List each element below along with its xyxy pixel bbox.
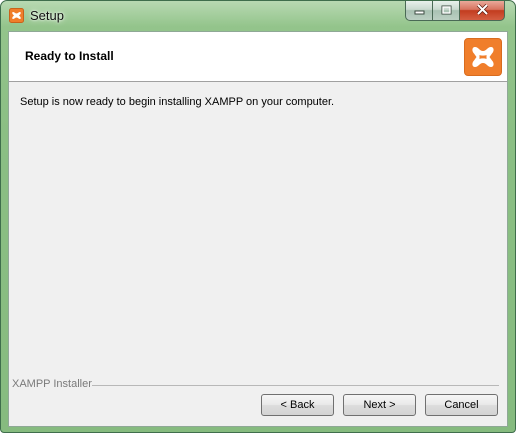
wizard-client-area: Ready to Install Setup is now ready to b… <box>8 31 508 427</box>
window-title: Setup <box>30 8 64 23</box>
maximize-icon <box>441 2 452 20</box>
close-button[interactable] <box>459 1 505 21</box>
maximize-button[interactable] <box>432 1 459 21</box>
installer-group-label: XAMPP Installer <box>12 378 92 390</box>
back-button[interactable]: < Back <box>261 394 334 416</box>
wizard-header: Ready to Install <box>9 32 507 82</box>
divider <box>92 385 499 386</box>
xampp-logo-icon <box>464 38 502 76</box>
setup-window: Setup Ready to Install Setup is now read… <box>0 0 516 433</box>
next-button[interactable]: Next > <box>343 394 416 416</box>
minimize-icon <box>414 2 425 20</box>
close-icon <box>476 2 489 20</box>
ready-message: Setup is now ready to begin installing X… <box>20 96 335 108</box>
caption-buttons <box>405 1 505 21</box>
title-bar[interactable]: Setup <box>1 1 515 31</box>
page-title: Ready to Install <box>25 49 114 63</box>
xampp-icon[interactable] <box>9 8 24 23</box>
cancel-button[interactable]: Cancel <box>425 394 498 416</box>
minimize-button[interactable] <box>405 1 432 21</box>
